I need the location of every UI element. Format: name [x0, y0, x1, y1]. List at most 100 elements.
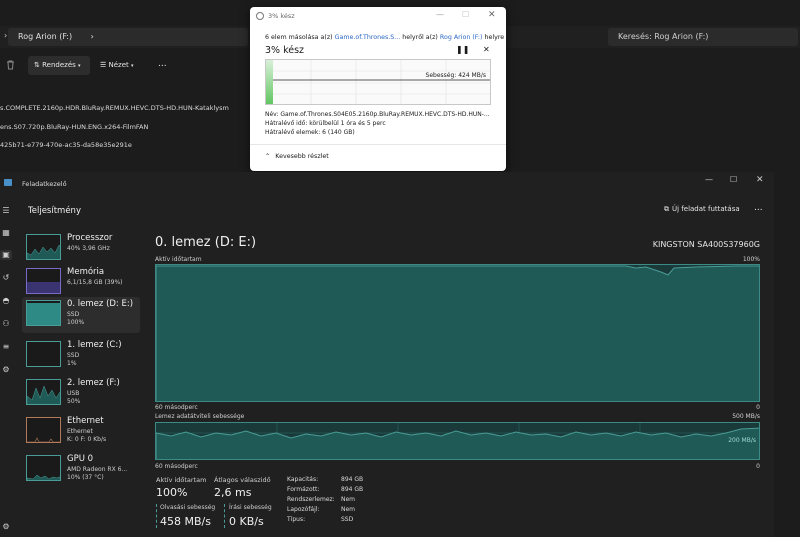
device-item-ethernet[interactable]: Ethernet Ethernet K: 0 F: 0 Kb/s	[22, 414, 140, 450]
chevron-down-icon: ▾	[131, 63, 134, 69]
app-history-icon[interactable]: ↺	[0, 273, 12, 283]
prop-key: Rendszerlemez:	[287, 496, 335, 503]
copy-source-link[interactable]: Game.of.Thrones.S...	[335, 34, 401, 41]
hamburger-menu-icon[interactable]: ☰	[0, 206, 12, 216]
device-thumb-ethernet	[26, 417, 61, 443]
task-manager-title: Feladatkezelő	[22, 180, 67, 188]
close-button[interactable]: ✕	[488, 10, 496, 20]
path-chevron-icon: ›	[90, 32, 94, 41]
active-time-seconds: 60 másodperc	[155, 404, 198, 411]
run-task-label: Új feladat futtatása	[672, 205, 740, 213]
device-name: GPU 0	[67, 454, 94, 464]
view-icon: ☰	[100, 61, 107, 69]
file-item[interactable]: ens.S07.720p.BluRay-HUN.ENG.x264-FilmFAN	[0, 123, 148, 131]
processes-icon[interactable]: ▦	[0, 228, 12, 238]
device-stat: 40% 3,96 GHz	[67, 245, 110, 252]
copy-desc-suffix: helyre	[482, 34, 505, 41]
device-item-disk-0[interactable]: 0. lemez (D: E:) SSD 100%	[22, 297, 140, 333]
performance-icon[interactable]: ▣	[0, 250, 12, 260]
device-stat: Ethernet	[67, 428, 93, 435]
pause-button[interactable]: ❚❚	[456, 45, 469, 54]
chevron-down-icon: ▾	[78, 63, 81, 69]
device-item-disk-2[interactable]: 2. lemez (F:) USB 50%	[22, 376, 140, 412]
copy-speed-label: Sebesség: 424 MB/s	[424, 72, 487, 79]
file-item[interactable]: s.COMPLETE.2160p.HDR.BluRay.REMUX.HEVC.D…	[0, 104, 229, 112]
device-thumb-gpu	[26, 455, 61, 481]
device-stat: SSD	[67, 352, 80, 359]
device-thumb-memory	[26, 268, 61, 294]
device-name: Memória	[67, 267, 105, 277]
device-stat: 100%	[67, 319, 85, 326]
stat-active-label: Aktív időtartam	[156, 476, 207, 484]
transfer-graph-label: Lemez adatátviteli sebessége	[155, 413, 245, 420]
transfer-graph-max: 500 MB/s	[732, 413, 760, 420]
users-icon[interactable]: ⚇	[0, 319, 12, 329]
device-thumb-disk-0	[26, 300, 61, 326]
copy-progress-fill	[266, 60, 273, 104]
run-task-icon: ⧉	[664, 205, 669, 213]
details-icon[interactable]: ≡	[0, 342, 12, 352]
device-name: 2. lemez (F:)	[67, 378, 120, 388]
nav-chevron-icon[interactable]: ›	[4, 31, 7, 40]
sort-button[interactable]: ⇅ Rendezés ▾	[28, 56, 90, 75]
services-icon[interactable]: ⚙	[0, 365, 12, 375]
more-options-button[interactable]: ...	[158, 59, 167, 69]
active-time-zero: 0	[756, 404, 760, 411]
stat-active-value: 100%	[156, 486, 188, 499]
copy-progress-dialog: 3% kész — ☐ ✕ 6 elem másolása a(z) Game.…	[250, 7, 506, 171]
maximize-button[interactable]: ☐	[462, 10, 469, 19]
tm-minimize-button[interactable]: —	[705, 175, 713, 184]
trash-icon[interactable]	[6, 60, 15, 70]
sort-label: Rendezés	[42, 61, 76, 69]
explorer-search-input[interactable]: Keresés: Rog Arion (F:)	[608, 28, 798, 46]
device-thumb-disk-1	[26, 341, 61, 367]
device-stat: SSD	[67, 311, 80, 318]
prop-key: Lapozófájl:	[287, 506, 320, 513]
cancel-copy-button[interactable]: ✕	[483, 45, 490, 54]
device-item-memory[interactable]: Memória 6,1/15,8 GB (39%)	[22, 265, 140, 301]
active-time-graph-label: Aktív időtartam	[155, 256, 202, 263]
stat-response-label: Átlagos válaszidő	[214, 476, 271, 484]
device-item-gpu[interactable]: GPU 0 AMD Radeon RX 6... 10% (37 °C)	[22, 452, 140, 488]
device-stat: 6,1/15,8 GB (39%)	[67, 279, 123, 286]
file-item[interactable]: 425b71-e779-470e-ac35-da58e35e291e	[0, 141, 132, 149]
device-thumb-disk-2	[26, 379, 61, 405]
stat-write-value: 0 KB/s	[229, 515, 264, 528]
explorer-search-placeholder: Keresés: Rog Arion (F:)	[618, 32, 709, 41]
tm-close-button[interactable]: ✕	[756, 175, 764, 185]
copy-dialog-icon	[256, 12, 264, 20]
disk-title: 0. lemez (D: E:)	[155, 235, 257, 250]
copy-speed-graph: Sebesség: 424 MB/s	[265, 59, 491, 105]
settings-icon[interactable]: ⚙	[0, 522, 12, 532]
startup-icon[interactable]: ◓	[0, 296, 12, 306]
run-task-button[interactable]: ⧉ Új feladat futtatása	[664, 205, 740, 214]
less-details-label: Kevesebb részlet	[275, 153, 329, 160]
less-details-button[interactable]: ⌃ Kevesebb részlet	[265, 153, 329, 160]
copy-desc-middle: helyről a(z)	[400, 34, 440, 41]
copy-dialog-divider	[250, 144, 506, 145]
copy-dialog-title: 3% kész	[268, 12, 295, 20]
prop-value: SSD	[341, 516, 354, 523]
view-button[interactable]: ☰ Nézet ▾	[100, 61, 134, 69]
copy-items-remaining: Hátralévő elemek: 6 (140 GB)	[265, 129, 355, 136]
minimize-button[interactable]: —	[436, 10, 444, 19]
stat-read-value: 458 MB/s	[160, 515, 211, 528]
explorer-path-label: Rog Arion (F:)	[18, 32, 73, 41]
prop-key: Formázott:	[287, 486, 320, 493]
transfer-zero: 0	[756, 463, 760, 470]
device-stat: USB	[67, 390, 80, 397]
device-item-cpu[interactable]: Processzor 40% 3,96 GHz	[22, 231, 140, 267]
device-stat: AMD Radeon RX 6...	[67, 466, 128, 473]
transfer-graph-mid: 200 MB/s	[728, 437, 756, 444]
copy-target-link[interactable]: Rog Arion (F:)	[440, 34, 483, 41]
sort-icon: ⇅	[34, 61, 40, 69]
device-item-disk-1[interactable]: 1. lemez (C:) SSD 1%	[22, 338, 140, 374]
device-name: Ethernet	[67, 416, 104, 426]
transfer-rate-graph: 200 MB/s	[155, 422, 760, 460]
device-stat: 1%	[67, 360, 77, 367]
prop-value: Nem	[341, 496, 356, 503]
tm-more-button[interactable]: ...	[754, 203, 763, 213]
copy-percent: 3% kész	[265, 45, 305, 56]
explorer-path[interactable]: Rog Arion (F:) ›	[8, 28, 248, 46]
tm-maximize-button[interactable]: ☐	[730, 175, 737, 184]
